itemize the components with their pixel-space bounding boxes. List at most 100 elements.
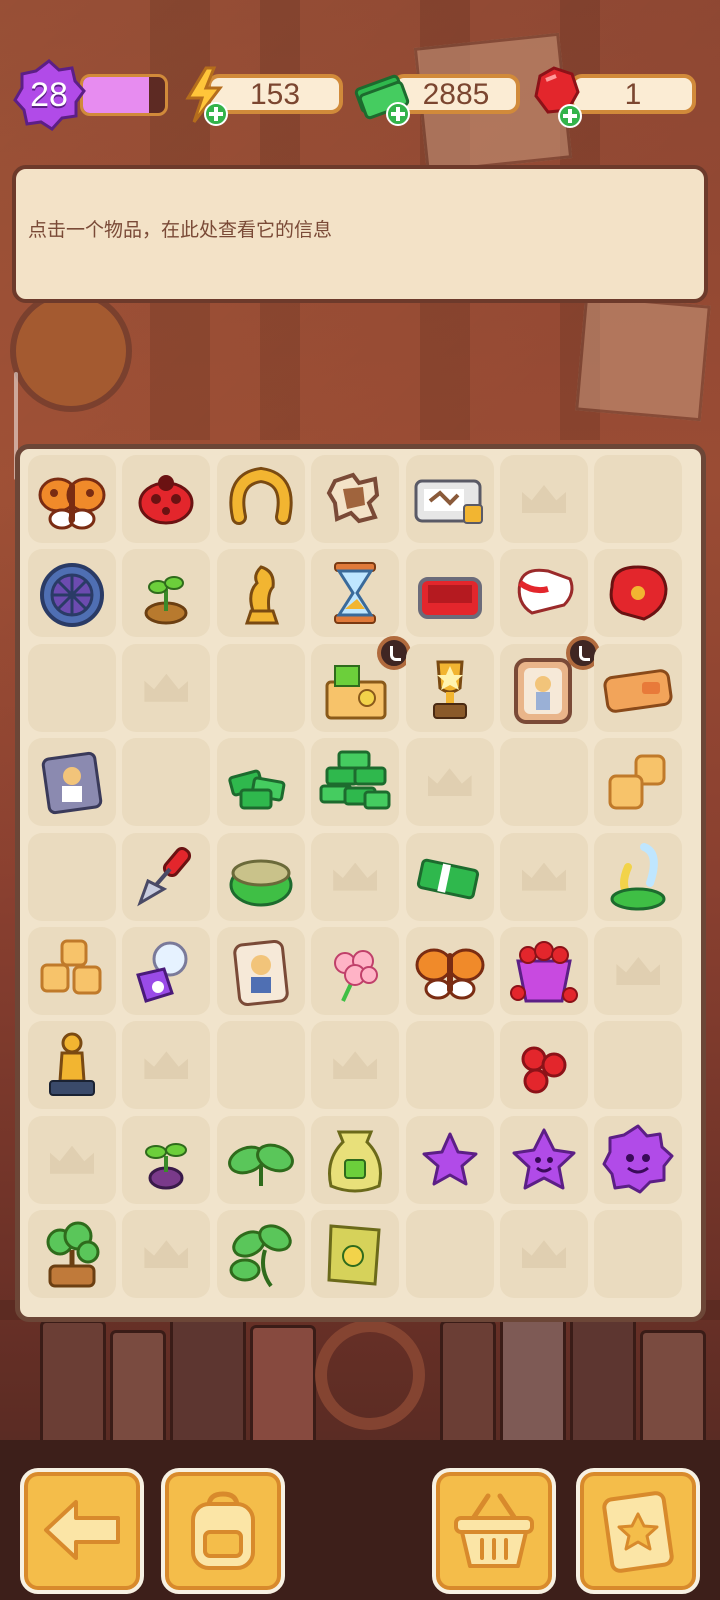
crystal-ball-purple-icon[interactable] (126, 931, 206, 1011)
dial-wheel-blue-icon[interactable] (32, 553, 112, 633)
board-cell-empty-slot[interactable] (405, 738, 494, 827)
stamp-box-lv2-icon[interactable] (410, 459, 490, 539)
board-cell-orange-wallet[interactable] (594, 643, 683, 732)
board-cell-horseshoe-gold[interactable] (216, 455, 305, 543)
board-cell-empty[interactable] (405, 1210, 494, 1299)
sprout-small-icon[interactable] (126, 553, 206, 633)
board-cell-pink-flower[interactable] (311, 927, 400, 1015)
butterfly-orange-pair-icon[interactable] (32, 459, 112, 539)
leaf-stencil-icon[interactable] (315, 459, 395, 539)
moss-rock-icon[interactable] (221, 837, 301, 917)
board-cell-gems-red-cluster[interactable] (500, 1021, 588, 1110)
board-cell-sprout-pot-small[interactable] (122, 1115, 211, 1204)
board-cell-chess-knight-gold[interactable] (216, 549, 305, 638)
board-cell-dial-wheel-blue[interactable] (28, 549, 116, 638)
board-cell-empty-slot[interactable] (500, 832, 588, 921)
board-cell-red-tray-box[interactable] (405, 549, 494, 638)
board-cell-empty-slot[interactable] (594, 927, 683, 1015)
board-cell-gem-basket-red[interactable] (500, 927, 588, 1015)
board-cell-crystal-ball-purple[interactable] (122, 927, 211, 1015)
board-cell-empty-slot[interactable] (311, 832, 400, 921)
board-cell-surprise-crate-timer[interactable] (311, 635, 412, 732)
board-cell-empty-slot[interactable] (28, 1115, 116, 1204)
board-cell-cash-stack-small[interactable] (405, 832, 494, 921)
back-button[interactable] (20, 1468, 144, 1594)
statue-gold-icon[interactable] (32, 1025, 112, 1105)
board-cell-empty[interactable] (28, 643, 116, 732)
board-cell-empty-slot[interactable] (311, 1021, 400, 1110)
board-cell-badge-card[interactable] (216, 927, 305, 1015)
photo-card-icon[interactable] (32, 742, 112, 822)
orange-wallet-icon[interactable] (598, 648, 678, 728)
board-cell-sprout-leaves[interactable] (216, 1115, 305, 1204)
glove-red-gold-icon[interactable] (598, 553, 678, 633)
board-cell-stamp-box-lv2[interactable] (405, 455, 494, 543)
board-cell-trowel-red[interactable] (122, 832, 211, 921)
star-purple-small-icon[interactable] (410, 1120, 490, 1200)
board-cell-empty[interactable] (405, 1021, 494, 1110)
board-cell-glove-white-red[interactable] (500, 549, 588, 638)
board-cell-empty[interactable] (594, 1021, 683, 1110)
trowel-red-icon[interactable] (126, 837, 206, 917)
badge-card-icon[interactable] (221, 931, 301, 1011)
cash-pile-medium-icon[interactable] (221, 742, 301, 822)
shop-button[interactable] (432, 1468, 556, 1594)
board-cell-leaf-stencil[interactable] (311, 455, 400, 543)
board-cell-portrait-frame-timer[interactable] (500, 635, 600, 732)
board-cell-moss-rock[interactable] (216, 832, 305, 921)
chess-knight-gold-icon[interactable] (221, 553, 301, 633)
board-cell-cash-pile-large[interactable] (311, 738, 400, 827)
board-cell-butterfly-orange-pair[interactable] (28, 455, 116, 543)
seed-sack-large-icon[interactable] (315, 1120, 395, 1200)
ladybug-red-icon[interactable] (126, 459, 206, 539)
star-purple-smile-icon[interactable] (504, 1120, 584, 1200)
board-cell-cash-pile-medium[interactable] (216, 738, 305, 827)
tofu-cubes-two-icon[interactable] (598, 742, 678, 822)
star-purple-big-icon[interactable] (598, 1120, 678, 1200)
board-cell-tofu-cubes-three[interactable] (28, 927, 116, 1015)
board-cell-tuning-fork-green[interactable] (594, 832, 683, 921)
board-cell-empty[interactable] (28, 832, 116, 921)
butterfly-orange-icon[interactable] (410, 931, 490, 1011)
board-cell-empty-slot[interactable] (500, 1210, 588, 1299)
board-cell-trophy-star-gold[interactable] (405, 643, 494, 732)
sprout-leaves-icon[interactable] (221, 1120, 301, 1200)
gems-red-cluster-icon[interactable] (504, 1025, 584, 1105)
sprout-pot-small-icon[interactable] (126, 1120, 206, 1200)
board-cell-empty[interactable] (216, 643, 305, 732)
board-cell-star-purple-big[interactable] (594, 1115, 683, 1204)
tasks-button[interactable] (576, 1468, 700, 1594)
backpack-button[interactable] (161, 1468, 285, 1594)
sprout-leaves-large-icon[interactable] (221, 1214, 301, 1294)
board-cell-star-purple-small[interactable] (405, 1115, 494, 1204)
glove-white-red-icon[interactable] (504, 553, 584, 633)
board-cell-ladybug-red[interactable] (122, 455, 211, 543)
horseshoe-gold-icon[interactable] (221, 459, 301, 539)
board-cell-empty[interactable] (500, 738, 588, 827)
board-cell-sprout-small[interactable] (122, 549, 211, 638)
board-cell-empty[interactable] (216, 1021, 305, 1110)
board-cell-butterfly-orange[interactable] (405, 927, 494, 1015)
seed-packet-icon[interactable] (315, 1214, 395, 1294)
board-cell-hourglass[interactable] (311, 549, 400, 638)
cash-stack-small-icon[interactable] (410, 837, 490, 917)
trophy-star-gold-icon[interactable] (410, 648, 490, 728)
board-cell-empty-slot[interactable] (122, 1210, 211, 1299)
board-cell-star-purple-smile[interactable] (500, 1115, 588, 1204)
board-cell-seed-packet[interactable] (311, 1210, 400, 1299)
pink-flower-icon[interactable] (315, 931, 395, 1011)
gem-counter[interactable]: 1 (570, 74, 696, 114)
tuning-fork-green-icon[interactable] (598, 837, 678, 917)
board-cell-tofu-cubes-two[interactable] (594, 738, 683, 827)
board-cell-glove-red-gold[interactable] (594, 549, 683, 638)
gem-basket-red-icon[interactable] (504, 931, 584, 1011)
board-cell-statue-gold[interactable] (28, 1021, 116, 1110)
hourglass-icon[interactable] (315, 553, 395, 633)
red-tray-box-icon[interactable] (410, 553, 490, 633)
bonsai-pot-icon[interactable] (32, 1214, 112, 1294)
board-cell-empty[interactable] (594, 455, 683, 543)
board-cell-empty-slot[interactable] (122, 1021, 211, 1110)
board-cell-empty-slot[interactable] (122, 643, 211, 732)
board-cell-empty-slot[interactable] (500, 455, 588, 543)
board-cell-photo-card[interactable] (28, 738, 116, 827)
